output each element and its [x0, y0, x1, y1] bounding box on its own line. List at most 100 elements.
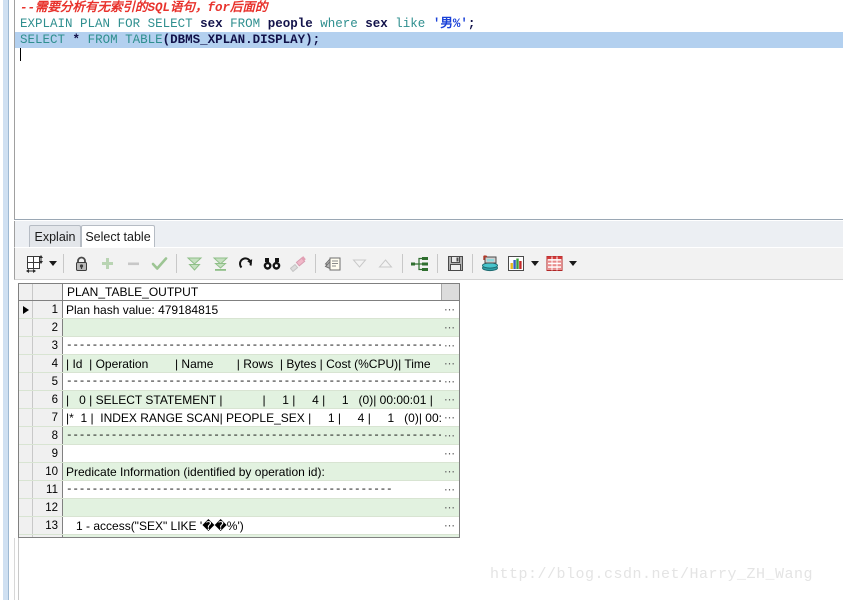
- plan-output-cell[interactable]: ----------------------------------------…: [63, 373, 441, 390]
- cell-editor-button[interactable]: ⋯: [441, 427, 459, 444]
- plan-output-cell[interactable]: | 0 | SELECT STATEMENT | | 1 | 4 | 1 (0)…: [63, 391, 441, 408]
- row-indicator-cell[interactable]: [19, 517, 33, 534]
- plan-output-cell[interactable]: [63, 319, 441, 336]
- cell-editor-button[interactable]: ⋯: [441, 481, 459, 498]
- highlight-icon: [285, 251, 311, 277]
- table-row[interactable]: 3---------------------------------------…: [19, 337, 459, 355]
- table-row[interactable]: 14 filter("SEX" LIKE '��%')⋯: [19, 535, 459, 538]
- table-row[interactable]: 7|* 1 | INDEX RANGE SCAN| PEOPLE_SEX | 1…: [19, 409, 459, 427]
- grid-header-row: PLAN_TABLE_OUTPUT: [19, 284, 459, 301]
- chart-dropdown[interactable]: [529, 251, 541, 277]
- export-data-icon[interactable]: [477, 251, 503, 277]
- plan-output-cell[interactable]: ----------------------------------------…: [63, 337, 441, 354]
- sql-token: [193, 17, 201, 31]
- table-row[interactable]: 12⋯: [19, 499, 459, 517]
- cell-editor-button[interactable]: ⋯: [441, 337, 459, 354]
- find-icon[interactable]: [259, 251, 285, 277]
- table-row[interactable]: 5---------------------------------------…: [19, 373, 459, 391]
- row-number-cell: 9: [33, 445, 63, 462]
- column-header-plan-table-output[interactable]: PLAN_TABLE_OUTPUT: [63, 284, 441, 300]
- watermark-text: http://blog.csdn.net/Harry_ZH_Wang: [490, 566, 813, 583]
- chevron-down-icon: [49, 261, 57, 266]
- fetch-next-page-icon: [181, 251, 207, 277]
- plan-output-cell[interactable]: Predicate Information (identified by ope…: [63, 463, 441, 480]
- row-indicator-cell[interactable]: [19, 427, 33, 444]
- row-indicator-cell[interactable]: [19, 301, 33, 318]
- lock-icon[interactable]: [68, 251, 94, 277]
- sql-token: people: [268, 17, 313, 31]
- grid-layout-dropdown[interactable]: [47, 251, 59, 277]
- table-view-dropdown[interactable]: [567, 251, 579, 277]
- cell-editor-button[interactable]: ⋯: [441, 409, 459, 426]
- cell-editor-button[interactable]: ⋯: [441, 319, 459, 336]
- toolbar-separator: [437, 254, 438, 273]
- plan-output-cell[interactable]: ----------------------------------------…: [63, 427, 441, 444]
- row-number-cell: 8: [33, 427, 63, 444]
- refresh-icon[interactable]: [233, 251, 259, 277]
- grid-header-indicator: [19, 284, 33, 300]
- sql-token: like: [395, 17, 425, 31]
- table-row[interactable]: 10Predicate Information (identified by o…: [19, 463, 459, 481]
- table-row[interactable]: 11--------------------------------------…: [19, 481, 459, 499]
- tab-select-table[interactable]: Select table: [81, 225, 155, 247]
- row-number-cell: 7: [33, 409, 63, 426]
- sql-token: [118, 33, 126, 47]
- cell-editor-button[interactable]: ⋯: [441, 463, 459, 480]
- plsql-developer-window: --需要分析有无索引的SQL语句，for后面的EXPLAIN PLAN FOR …: [0, 0, 843, 600]
- grid-header-corner[interactable]: [441, 284, 459, 300]
- row-indicator-cell[interactable]: [19, 445, 33, 462]
- row-indicator-cell[interactable]: [19, 409, 33, 426]
- grid-layout-icon[interactable]: [21, 251, 47, 277]
- grid-body: 1Plan hash value: 479184815⋯2⋯3---------…: [19, 301, 459, 538]
- table-row[interactable]: 13 1 - access("SEX" LIKE '��%')⋯: [19, 517, 459, 535]
- sql-editor[interactable]: --需要分析有无索引的SQL语句，for后面的EXPLAIN PLAN FOR …: [14, 0, 843, 220]
- plan-output-grid[interactable]: PLAN_TABLE_OUTPUT 1Plan hash value: 4791…: [18, 283, 460, 538]
- table-row[interactable]: 6| 0 | SELECT STATEMENT | | 1 | 4 | 1 (0…: [19, 391, 459, 409]
- row-indicator-cell[interactable]: [19, 337, 33, 354]
- cell-editor-button[interactable]: ⋯: [441, 535, 459, 538]
- sql-token: '男%': [433, 17, 468, 31]
- toolbar-separator: [472, 254, 473, 273]
- row-indicator-cell[interactable]: [19, 481, 33, 498]
- table-view-icon[interactable]: [541, 251, 567, 277]
- sql-token: TABLE: [125, 33, 163, 47]
- save-icon[interactable]: [442, 251, 468, 277]
- plan-output-cell[interactable]: [63, 499, 441, 516]
- row-indicator-cell[interactable]: [19, 373, 33, 390]
- cell-editor-button[interactable]: ⋯: [441, 517, 459, 534]
- table-row[interactable]: 2⋯: [19, 319, 459, 337]
- row-indicator-cell[interactable]: [19, 499, 33, 516]
- row-indicator-cell[interactable]: [19, 535, 33, 538]
- row-indicator-cell[interactable]: [19, 355, 33, 372]
- toolbar-separator: [402, 254, 403, 273]
- row-number-cell: 13: [33, 517, 63, 534]
- cell-editor-button[interactable]: ⋯: [441, 373, 459, 390]
- row-indicator-cell[interactable]: [19, 391, 33, 408]
- text-caret: [20, 48, 21, 61]
- query-builder-icon[interactable]: [407, 251, 433, 277]
- cell-editor-button[interactable]: ⋯: [441, 445, 459, 462]
- row-indicator-cell[interactable]: [19, 319, 33, 336]
- plan-output-cell[interactable]: ----------------------------------------…: [63, 481, 441, 498]
- sql-token: SELECT: [148, 17, 193, 31]
- plan-output-cell[interactable]: [63, 445, 441, 462]
- cell-editor-button[interactable]: ⋯: [441, 355, 459, 372]
- copy-to-clipboard-icon[interactable]: [320, 251, 346, 277]
- table-row[interactable]: 9⋯: [19, 445, 459, 463]
- plan-output-cell[interactable]: | Id | Operation | Name | Rows | Bytes |…: [63, 355, 441, 372]
- sql-token: ;: [468, 17, 476, 31]
- table-row[interactable]: 8---------------------------------------…: [19, 427, 459, 445]
- plan-output-cell[interactable]: filter("SEX" LIKE '��%'): [63, 535, 441, 538]
- sql-token: PLAN: [80, 17, 110, 31]
- tab-explain[interactable]: Explain: [29, 225, 81, 247]
- cell-editor-button[interactable]: ⋯: [441, 391, 459, 408]
- cell-editor-button[interactable]: ⋯: [441, 499, 459, 516]
- table-row[interactable]: 4| Id | Operation | Name | Rows | Bytes …: [19, 355, 459, 373]
- table-row[interactable]: 1Plan hash value: 479184815⋯: [19, 301, 459, 319]
- cell-editor-button[interactable]: ⋯: [441, 301, 459, 318]
- chart-icon[interactable]: [503, 251, 529, 277]
- plan-output-cell[interactable]: Plan hash value: 479184815: [63, 301, 441, 318]
- plan-output-cell[interactable]: 1 - access("SEX" LIKE '��%'): [63, 517, 441, 534]
- plan-output-cell[interactable]: |* 1 | INDEX RANGE SCAN| PEOPLE_SEX | 1 …: [63, 409, 441, 426]
- row-indicator-cell[interactable]: [19, 463, 33, 480]
